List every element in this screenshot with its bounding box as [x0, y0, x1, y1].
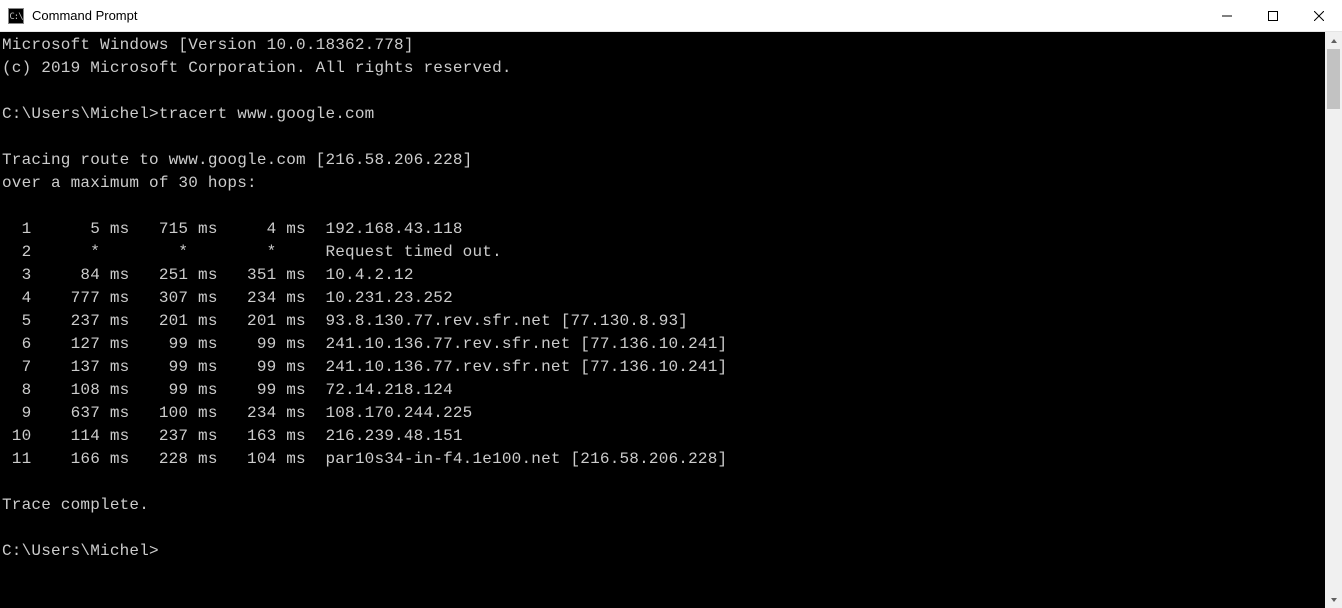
window-title: Command Prompt — [32, 8, 137, 23]
maximize-icon — [1268, 11, 1278, 21]
chevron-down-icon — [1330, 596, 1338, 604]
close-button[interactable] — [1296, 0, 1342, 31]
scrollbar-down-button[interactable] — [1325, 591, 1342, 608]
scrollbar-track[interactable] — [1325, 49, 1342, 591]
titlebar[interactable]: C:\ Command Prompt — [0, 0, 1342, 32]
cmd-icon: C:\ — [8, 8, 24, 24]
scrollbar-up-button[interactable] — [1325, 32, 1342, 49]
vertical-scrollbar[interactable] — [1325, 32, 1342, 608]
minimize-icon — [1222, 11, 1232, 21]
maximize-button[interactable] — [1250, 0, 1296, 31]
close-icon — [1314, 11, 1324, 21]
chevron-up-icon — [1330, 37, 1338, 45]
command-prompt-window: C:\ Command Prompt Microsoft Windows [Ve… — [0, 0, 1342, 608]
terminal-output[interactable]: Microsoft Windows [Version 10.0.18362.77… — [0, 32, 1325, 608]
window-controls — [1204, 0, 1342, 31]
body-area: Microsoft Windows [Version 10.0.18362.77… — [0, 32, 1342, 608]
minimize-button[interactable] — [1204, 0, 1250, 31]
scrollbar-thumb[interactable] — [1327, 49, 1340, 109]
